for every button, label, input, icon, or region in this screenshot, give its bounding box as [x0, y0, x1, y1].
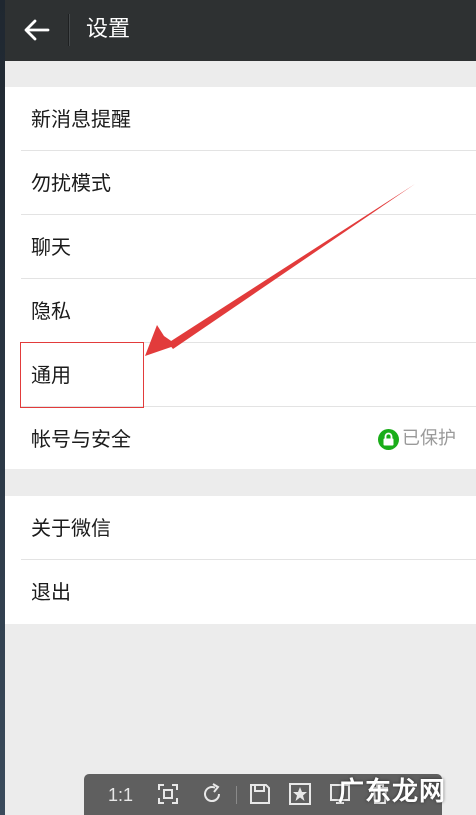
save-icon[interactable]: [248, 782, 272, 808]
wechat-settings-screen: 设置 新消息提醒 勿扰模式 聊天 隐私 通用 帐号与安全 已保护 关于微信 退出: [5, 0, 476, 815]
settings-item-chat[interactable]: 聊天: [5, 215, 476, 279]
settings-group-secondary: 关于微信 退出: [5, 496, 476, 624]
lock-icon: [378, 428, 399, 450]
zoom-actual-size-button[interactable]: 1:1: [108, 782, 133, 808]
settings-item-label: 新消息提醒: [31, 107, 131, 131]
settings-group-main: 新消息提醒 勿扰模式 聊天 隐私 通用 帐号与安全 已保护: [5, 87, 476, 469]
settings-item-label: 关于微信: [31, 516, 111, 540]
rotate-icon[interactable]: [200, 782, 224, 808]
settings-item-logout[interactable]: 退出: [5, 560, 476, 624]
settings-item-label: 隐私: [31, 299, 71, 323]
settings-item-new-message-notify[interactable]: 新消息提醒: [5, 87, 476, 151]
back-arrow-icon: [24, 19, 50, 41]
status-text: 已保护: [402, 428, 456, 449]
settings-item-about-wechat[interactable]: 关于微信: [5, 496, 476, 560]
settings-item-label: 勿扰模式: [31, 171, 111, 195]
settings-item-label: 聊天: [31, 235, 71, 259]
account-protected-status: 已保护: [378, 427, 456, 451]
annotation-highlight-box: [20, 342, 144, 408]
settings-item-label: 退出: [31, 580, 71, 604]
image-viewer-toolbar: 1:1: [84, 774, 442, 815]
back-button[interactable]: [15, 10, 59, 50]
title-bar: 设置: [5, 0, 476, 61]
settings-item-account-security[interactable]: 帐号与安全 已保护: [5, 407, 476, 469]
fit-screen-icon[interactable]: [156, 782, 180, 808]
title-divider: [68, 14, 70, 46]
settings-item-do-not-disturb[interactable]: 勿扰模式: [5, 151, 476, 215]
favorite-icon[interactable]: [288, 782, 312, 808]
fullscreen-icon[interactable]: [328, 782, 352, 808]
page-title: 设置: [86, 17, 131, 42]
toolbar-divider: [236, 786, 237, 804]
settings-item-label: 帐号与安全: [31, 427, 131, 451]
delete-icon[interactable]: [368, 782, 392, 808]
settings-item-privacy[interactable]: 隐私: [5, 279, 476, 343]
